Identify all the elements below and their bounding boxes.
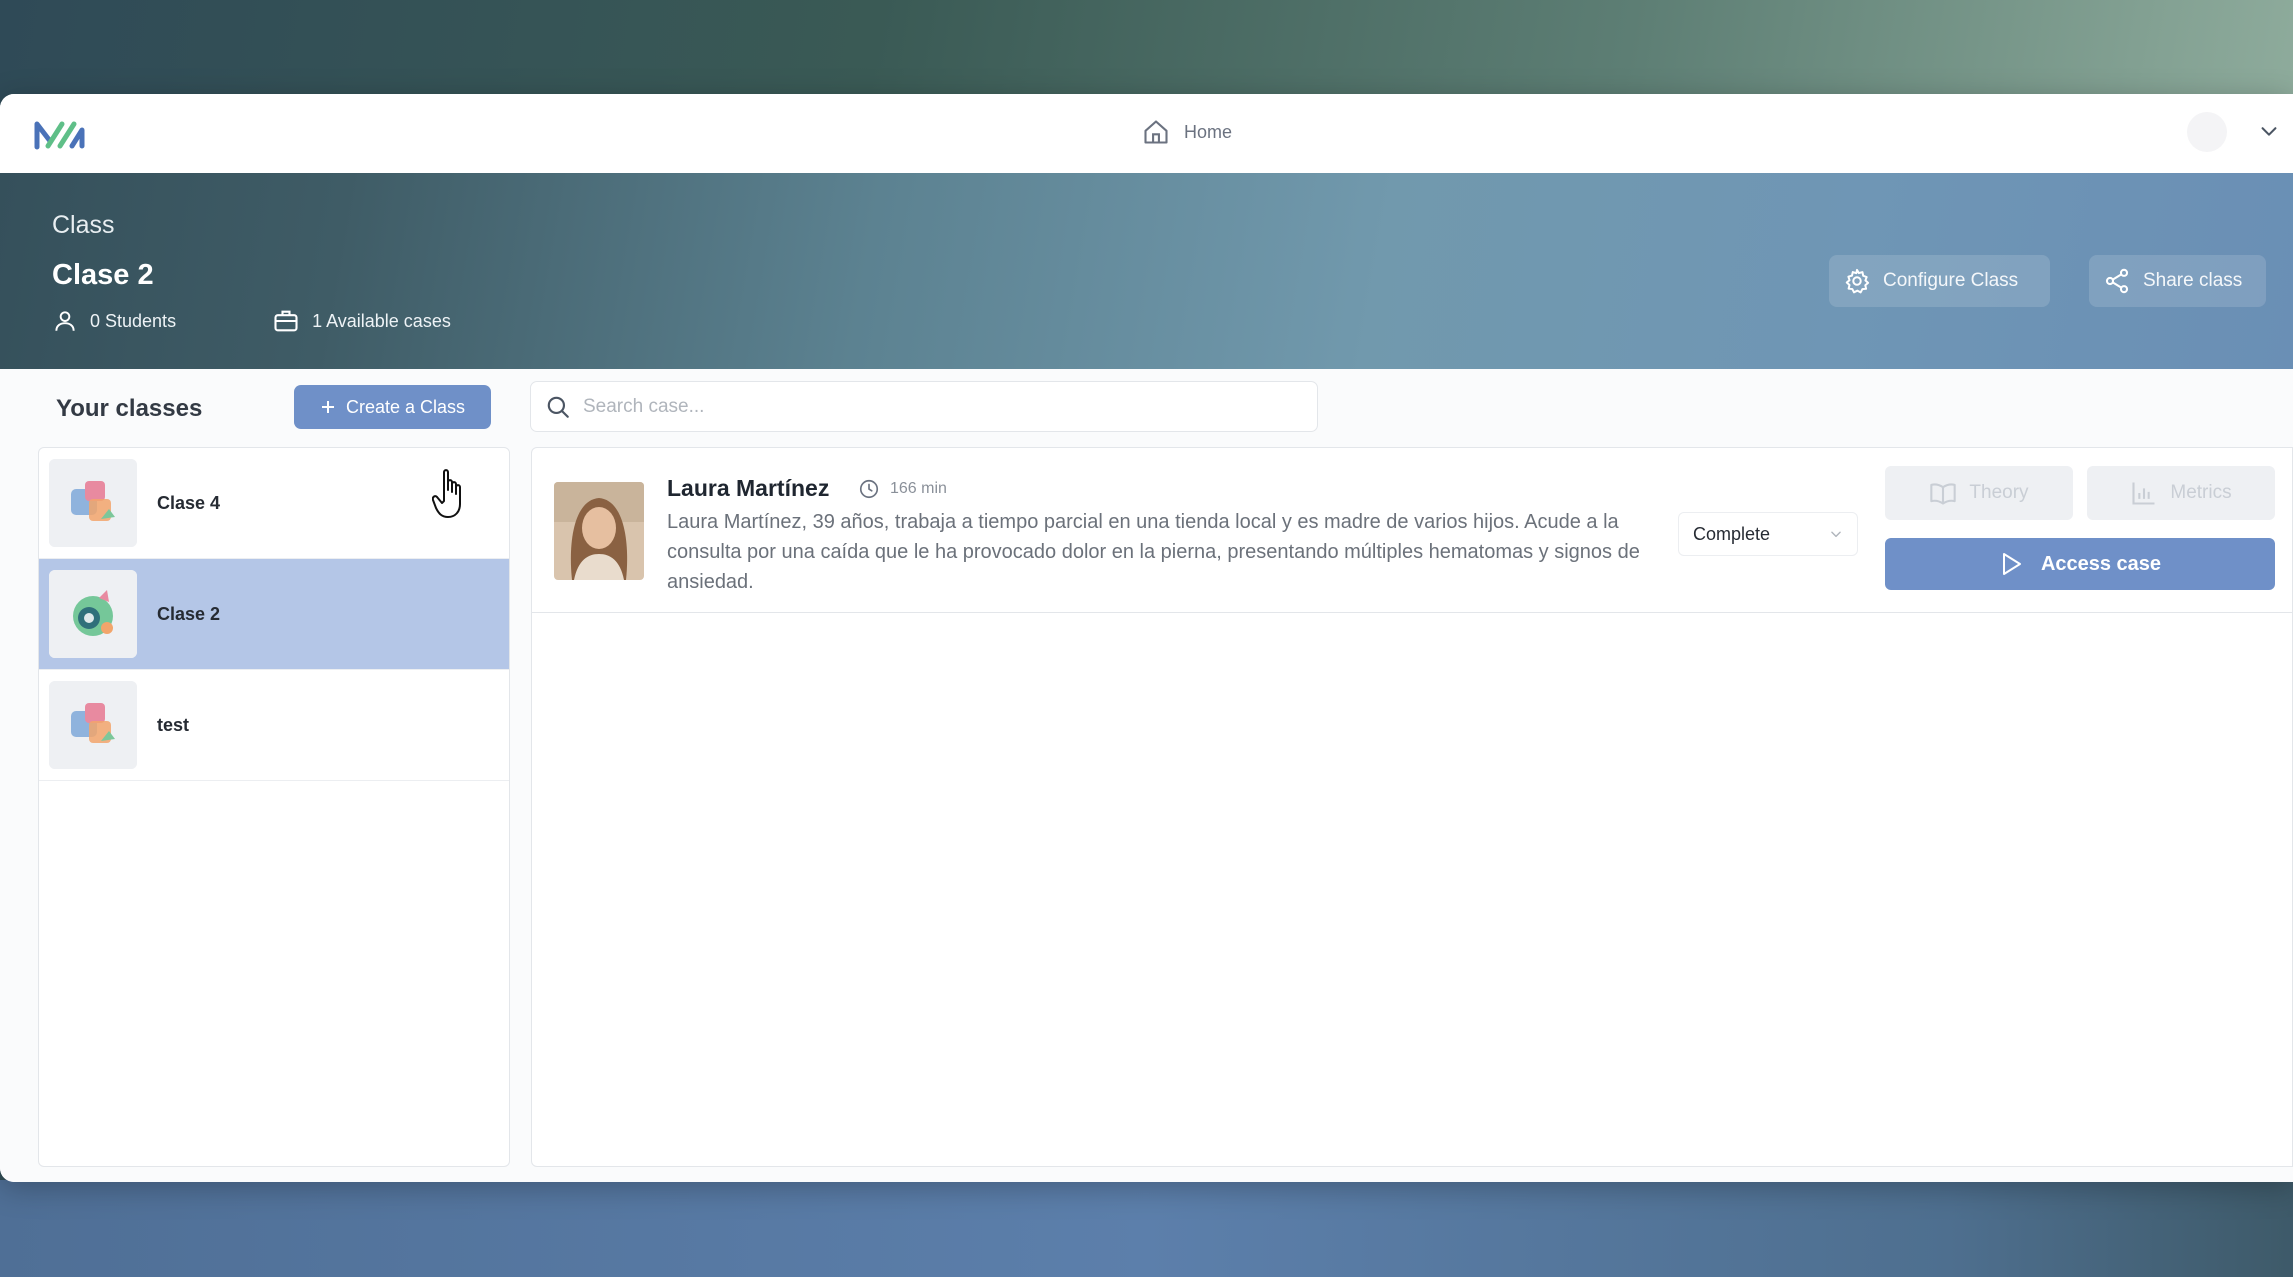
share-class-label: Share class (2143, 270, 2243, 291)
create-class-button[interactable]: Create a Class (294, 385, 491, 429)
top-navbar: Home (0, 94, 2293, 173)
search-case-input[interactable] (583, 395, 1283, 418)
bar-chart-icon (2132, 482, 2155, 505)
case-status-value: Complete (1693, 523, 1771, 544)
class-item-label: test (157, 714, 190, 735)
patient-photo (554, 482, 644, 580)
class-header: Class Clase 2 0 Students 1 Available cas… (0, 173, 2293, 369)
class-list: Clase 4 Clase 2 test (38, 447, 510, 1167)
app-logo[interactable] (34, 116, 86, 152)
hand-cursor-icon (432, 469, 461, 518)
configure-class-label: Configure Class (1883, 270, 2019, 291)
class-item-test[interactable]: test (39, 670, 509, 781)
access-case-button[interactable]: Access case (1885, 538, 2275, 590)
case-list: Laura Martínez 166 min Laura Martínez, 3… (531, 447, 2293, 1167)
class-title: Clase 2 (52, 259, 154, 291)
share-icon (2105, 268, 2129, 294)
section-label: Class (52, 211, 115, 239)
desktop-background (0, 1180, 2293, 1277)
class-thumbnail-icon (49, 459, 137, 547)
home-link[interactable]: Home (1142, 118, 1232, 146)
chevron-down-icon[interactable] (2258, 120, 2280, 142)
search-case-field[interactable] (530, 381, 1318, 432)
class-meta: 0 Students 1 Available cases (52, 307, 451, 335)
theory-button[interactable]: Theory (1885, 466, 2073, 520)
metrics-button[interactable]: Metrics (2087, 466, 2275, 520)
app-window: Home Class Clase 2 0 Students 1 Availabl… (0, 94, 2293, 1182)
case-name: Laura Martínez (667, 475, 830, 501)
class-thumbnail-icon (49, 570, 137, 658)
gear-icon (1845, 268, 1870, 294)
students-label: 0 Students (90, 310, 177, 331)
case-duration-label: 166 min (890, 480, 947, 497)
class-thumbnail-icon (49, 681, 137, 769)
class-item-clase-2[interactable]: Clase 2 (39, 559, 509, 670)
home-icon (1144, 120, 1168, 144)
configure-class-button[interactable]: Configure Class (1829, 255, 2050, 307)
search-icon (547, 396, 569, 418)
case-row: Laura Martínez 166 min Laura Martínez, 3… (532, 448, 2293, 613)
class-item-label: Clase 2 (157, 603, 221, 624)
user-icon (55, 311, 75, 331)
access-case-label: Access case (2040, 552, 2162, 575)
students-count: 0 Students (52, 308, 176, 334)
metrics-label: Metrics (2170, 482, 2232, 503)
create-class-label: Create a Class (345, 396, 466, 417)
chevron-down-icon (1831, 531, 1841, 538)
case-description: Laura Martínez, 39 años, trabaja a tiemp… (667, 511, 1640, 593)
main-content: Your classes Create a Class Search case.… (0, 369, 2293, 1182)
theory-label: Theory (1969, 482, 2029, 503)
play-icon (2002, 553, 2021, 575)
available-cases-count: 1 Available cases (272, 307, 451, 335)
book-icon (1930, 483, 1957, 505)
plus-icon (321, 401, 334, 413)
available-cases-label: 1 Available cases (312, 310, 451, 331)
clock-icon (859, 479, 879, 499)
briefcase-icon (274, 310, 298, 332)
case-status-select[interactable]: Complete (1678, 512, 1858, 556)
class-item-label: Clase 4 (157, 492, 221, 513)
your-classes-heading: Your classes (56, 395, 203, 422)
case-duration: 166 min (858, 478, 947, 500)
share-class-button[interactable]: Share class (2089, 255, 2266, 307)
home-label: Home (1184, 121, 1233, 142)
user-avatar[interactable] (2187, 112, 2227, 152)
